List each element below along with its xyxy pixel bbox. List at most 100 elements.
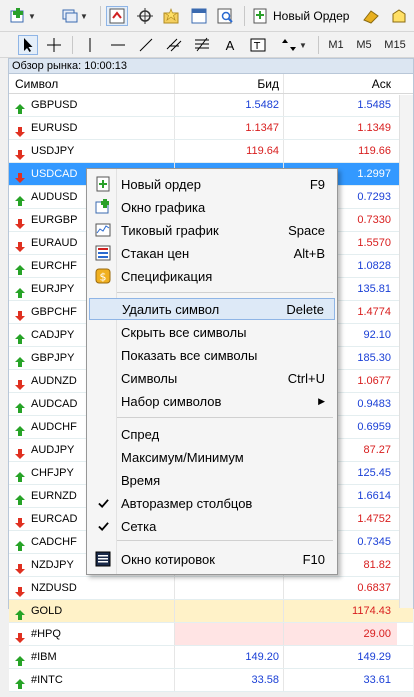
terminal-button[interactable] — [188, 6, 210, 26]
menu-item-quotes-window[interactable]: Окно котировок F10 — [89, 548, 335, 570]
menu-item-label: Стакан цен — [121, 245, 190, 261]
profiles-button[interactable]: ▼ — [56, 6, 94, 26]
trendline-button[interactable] — [136, 35, 156, 55]
text-label-icon: T — [250, 38, 266, 52]
symbol-row[interactable]: #HPQ 29.00 — [9, 623, 413, 646]
fibonacci-icon — [195, 37, 209, 52]
symbol-row[interactable]: NZDUSD 0.6837 — [9, 577, 413, 600]
symbol-name: CHFJPY — [31, 467, 74, 479]
menu-item-label: Новый ордер — [121, 176, 201, 192]
symbol-row[interactable]: EURUSD 1.1347 1.1349 — [9, 117, 413, 140]
menu-item-item-12[interactable]: Время — [89, 469, 335, 491]
new-chart-button[interactable]: ▼ — [6, 6, 40, 26]
text-button[interactable]: A — [220, 35, 240, 55]
symbol-cell: #IBM — [9, 646, 175, 668]
menu-item-item-8[interactable]: Символы Ctrl+U — [89, 367, 335, 389]
menu-shortcut: Ctrl+U — [287, 370, 325, 386]
navigator-button[interactable] — [134, 6, 156, 26]
market-watch-button[interactable] — [106, 6, 128, 26]
menu-shortcut: F10 — [302, 551, 325, 567]
ask-cell: 33.61 — [363, 674, 391, 686]
menu-item-new-order[interactable]: Новый ордер F9 — [89, 173, 335, 195]
ask-cell: 1.5485 — [357, 99, 391, 111]
column-header-symbol[interactable]: Символ — [9, 74, 175, 93]
menu-item-item-11[interactable]: Максимум/Минимум — [89, 446, 335, 468]
channel-button[interactable] — [164, 35, 184, 55]
menu-shortcut: Delete — [286, 301, 324, 317]
chevron-down-icon: ▼ — [80, 11, 88, 21]
timeframe-m5[interactable]: M5 — [352, 35, 376, 55]
symbol-row[interactable]: GOLD 1174.43 — [9, 600, 413, 623]
symbol-row[interactable]: GBPUSD 1.5482 1.5485 — [9, 94, 413, 117]
favorites-button[interactable] — [160, 6, 182, 26]
arrow-down-icon — [15, 583, 25, 597]
column-header-ask[interactable]: Аск — [284, 74, 397, 93]
symbol-row[interactable]: USDJPY 119.64 119.66 — [9, 140, 413, 163]
timeframe-m15[interactable]: M15 — [380, 35, 410, 55]
bid-cell — [175, 600, 284, 622]
menu-item-item-6[interactable]: Скрыть все символы — [89, 321, 335, 343]
menu-item-item-13[interactable]: Авторазмер столбцов — [89, 492, 335, 514]
vertical-scrollbar[interactable] — [399, 95, 413, 608]
menu-item-item-5[interactable]: Удалить символ Delete — [89, 298, 335, 320]
menu-item-item-10[interactable]: Спред — [89, 423, 335, 445]
text-label-button[interactable]: T — [248, 35, 268, 55]
symbol-row[interactable]: #IBM 149.20 149.29 — [9, 646, 413, 669]
ask-cell: 1174.43 — [352, 605, 391, 617]
symbol-name: AUDNZD — [31, 375, 77, 387]
menu-separator — [117, 292, 333, 293]
market-watch-icon — [109, 8, 125, 24]
menu-item-depth-of-market[interactable]: Стакан цен Alt+B — [89, 242, 335, 264]
symbol-name: AUDCHF — [31, 421, 77, 433]
menu-item-item-7[interactable]: Показать все символы — [89, 344, 335, 366]
menu-item-label: Спред — [121, 426, 160, 442]
arrows-button[interactable]: ▼ — [278, 35, 310, 55]
arrow-up-icon — [15, 606, 25, 620]
auto-trading-button[interactable] — [360, 6, 382, 26]
symbol-name: CADCHF — [31, 536, 77, 548]
menu-item-label: Время — [121, 472, 161, 488]
strategy-tester-button[interactable] — [214, 6, 236, 26]
arrow-down-icon — [15, 560, 25, 574]
menu-item-item-14[interactable]: Сетка — [89, 515, 335, 537]
bid-cell: 33.58 — [175, 669, 284, 691]
symbol-name: EURGBP — [31, 214, 78, 226]
symbol-row[interactable]: #INTC 33.58 33.61 — [9, 669, 413, 692]
cursor-button[interactable] — [18, 35, 38, 55]
horizontal-line-button[interactable] — [108, 35, 128, 55]
arrow-up-icon — [15, 261, 25, 275]
menu-item-label: Окно графика — [121, 199, 206, 215]
horizontal-line-icon — [111, 44, 125, 46]
column-header-bid[interactable]: Бид — [175, 74, 284, 93]
new-order-icon — [89, 176, 117, 192]
arrow-down-icon — [15, 238, 25, 252]
context-menu: Новый ордер F9 Окно графика Тиковый график S… — [86, 168, 338, 575]
arrow-up-icon — [15, 330, 25, 344]
menu-item-label: Авторазмер столбцов — [121, 495, 253, 511]
menu-shortcut: Space — [288, 222, 325, 238]
menu-item-label: Максимум/Минимум — [121, 449, 244, 465]
symbol-cell: #INTC — [9, 669, 175, 691]
symbol-name: EURCHF — [31, 260, 77, 272]
symbol-name: AUDUSD — [31, 191, 78, 203]
equidistant-channel-icon — [166, 38, 182, 52]
menu-separator — [117, 540, 333, 541]
menu-item-item-9[interactable]: Набор символов ▶ — [89, 390, 335, 412]
cursor-arrow-icon — [24, 38, 33, 52]
arrow-up-icon — [15, 422, 25, 436]
signals-button[interactable] — [388, 6, 410, 26]
menu-item-specification[interactable]: $ Спецификация — [89, 265, 335, 287]
trendline-icon — [139, 38, 153, 52]
fibo-button[interactable] — [192, 35, 212, 55]
ask-cell: 119.66 — [358, 145, 391, 157]
menu-shortcut: Alt+B — [293, 245, 325, 261]
crosshair-button[interactable] — [44, 35, 64, 55]
new-order-button[interactable]: Новый Ордер — [252, 6, 358, 26]
vertical-line-button[interactable] — [80, 35, 100, 55]
ask-cell: 149.29 — [357, 651, 391, 663]
menu-item-tick-chart[interactable]: Тиковый график Space — [89, 219, 335, 241]
symbol-name: GOLD — [31, 605, 63, 617]
checkmark-icon — [89, 521, 117, 532]
timeframe-m1[interactable]: M1 — [324, 35, 348, 55]
menu-item-chart-window[interactable]: Окно графика — [89, 196, 335, 218]
